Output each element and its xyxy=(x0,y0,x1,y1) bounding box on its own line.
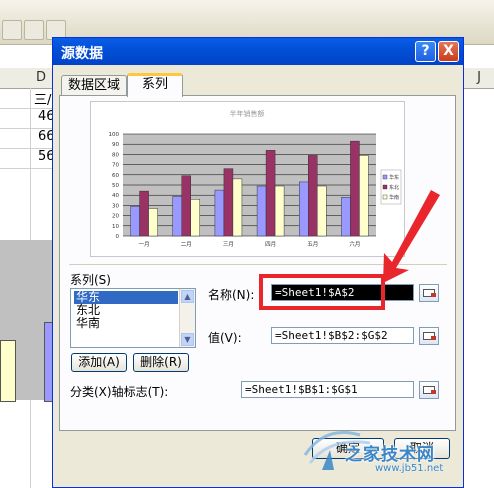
bar xyxy=(130,206,140,237)
range-picker-icon[interactable] xyxy=(419,284,439,302)
x-tick-label: 二月 xyxy=(181,241,192,248)
y-tick-label: 90 xyxy=(112,142,119,148)
category-label: 分类(X)轴标志(T): xyxy=(70,385,169,399)
y-tick-label: 50 xyxy=(112,183,119,189)
y-tick-label: 30 xyxy=(112,203,119,209)
toolbar-button[interactable] xyxy=(24,20,44,40)
column-header[interactable] xyxy=(0,68,31,89)
toolbar-button[interactable] xyxy=(2,20,22,40)
bar xyxy=(256,185,267,237)
close-button[interactable]: X xyxy=(438,41,459,62)
list-scrollbar[interactable]: ▲ ▼ xyxy=(179,289,195,347)
y-tick-label: 20 xyxy=(112,214,119,220)
bar xyxy=(308,155,318,237)
legend-swatch xyxy=(382,194,388,200)
bar xyxy=(350,140,360,237)
y-tick-label: 80 xyxy=(112,152,119,158)
bar xyxy=(359,155,369,237)
bar xyxy=(139,190,149,237)
bar xyxy=(232,178,243,237)
legend-label: 华南 xyxy=(389,194,399,201)
add-series-button[interactable]: 添加(A) xyxy=(71,353,127,372)
category-axis-field[interactable]: =Sheet1!$B$1:$G$1 xyxy=(241,381,414,398)
bar xyxy=(172,195,182,237)
y-tick-label: 60 xyxy=(112,173,119,179)
column-header-j[interactable]: J xyxy=(464,68,494,89)
bar xyxy=(190,199,200,237)
legend-label: 华东 xyxy=(389,174,399,181)
chart-preview: 半年销售额 0 10 20 30 40 50 60 70 80 90 100 一月 二月 三月 四月 五月 六月… xyxy=(90,101,405,257)
x-tick-label: 四月 xyxy=(265,241,276,248)
grid-line xyxy=(0,168,52,169)
chart-svg: 半年销售额 0 10 20 30 40 50 60 70 80 90 100 一月 二月 三月 四月 五月 六月… xyxy=(109,109,402,248)
bar xyxy=(265,150,276,237)
series-list[interactable]: 华东 东北 华南 ▲ ▼ xyxy=(70,288,196,348)
source-data-dialog: 源数据 ? X 数据区域 系列 半年销售额 0 10 20 30 40 50 60 70 80 9… xyxy=(52,37,464,488)
value-label: 值(V): xyxy=(208,331,242,345)
y-tick-label: 70 xyxy=(112,163,119,169)
series-label: 系列(S) xyxy=(70,273,111,287)
x-tick-label: 一月 xyxy=(139,241,150,248)
ok-button[interactable]: 确定 xyxy=(312,438,384,459)
name-label: 名称(N): xyxy=(208,288,255,302)
cancel-button[interactable]: 取消 xyxy=(394,438,450,459)
delete-series-button[interactable]: 删除(R) xyxy=(133,353,189,372)
bar xyxy=(274,185,285,237)
tab-data-range[interactable]: 数据区域 xyxy=(61,75,127,95)
dialog-title: 源数据 xyxy=(61,46,103,62)
bar xyxy=(214,189,225,237)
legend-swatch xyxy=(382,174,388,180)
dialog-titlebar[interactable]: 源数据 ? X xyxy=(53,38,463,65)
y-tick-label: 0 xyxy=(116,234,120,240)
embedded-chart-bar xyxy=(0,340,16,402)
y-tick-label: 40 xyxy=(112,193,119,199)
y-tick-label: 100 xyxy=(109,132,120,138)
scroll-up-icon[interactable]: ▲ xyxy=(181,290,194,303)
help-button[interactable]: ? xyxy=(415,41,436,62)
legend-swatch xyxy=(382,184,388,190)
column-header-d[interactable]: D xyxy=(30,68,53,89)
x-tick-label: 三月 xyxy=(223,241,234,248)
cell[interactable]: 三/ xyxy=(34,89,51,108)
bar xyxy=(148,208,158,237)
range-picker-icon[interactable] xyxy=(419,327,439,345)
tab-series[interactable]: 系列 xyxy=(127,73,183,97)
bar xyxy=(299,181,309,237)
separator xyxy=(69,264,447,265)
bar xyxy=(341,196,351,237)
bar xyxy=(181,175,191,237)
bar xyxy=(223,168,234,237)
chart-title: 半年销售额 xyxy=(230,109,265,118)
range-picker-icon[interactable] xyxy=(419,381,439,399)
value-field[interactable]: =Sheet1!$B$2:$G$2 xyxy=(271,327,414,344)
y-tick-label: 10 xyxy=(112,224,119,230)
bar xyxy=(317,185,327,237)
red-highlight-box xyxy=(259,274,385,310)
x-tick-label: 五月 xyxy=(307,241,318,248)
scroll-down-icon[interactable]: ▼ xyxy=(181,333,194,346)
legend-label: 东北 xyxy=(389,184,399,191)
x-tick-label: 六月 xyxy=(349,240,360,248)
series-item-south[interactable]: 华南 xyxy=(74,317,102,330)
